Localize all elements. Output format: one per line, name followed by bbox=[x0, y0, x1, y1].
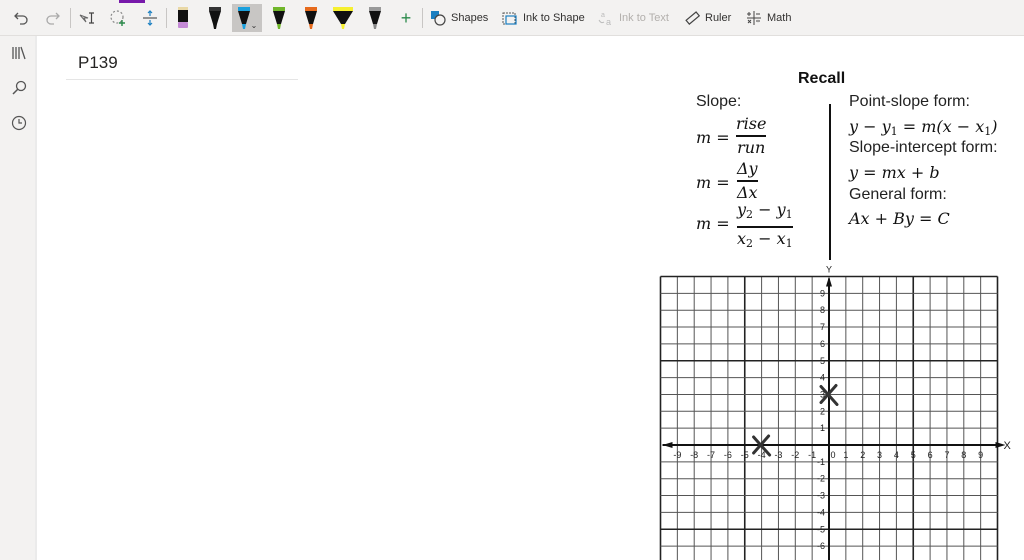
x-tick-label: -9 bbox=[673, 450, 681, 460]
y-tick-label: -4 bbox=[817, 507, 825, 517]
x-tick-label: -3 bbox=[774, 450, 782, 460]
x-tick-label: -4 bbox=[758, 450, 766, 460]
y-tick-label: -2 bbox=[817, 474, 825, 484]
y-tick-label: -5 bbox=[817, 524, 825, 534]
y-tick-label: 6 bbox=[820, 339, 825, 349]
x-tick-label: 9 bbox=[978, 450, 983, 460]
y-tick-label: 2 bbox=[820, 406, 825, 416]
x-axis-label: X bbox=[1004, 440, 1012, 452]
x-tick-label: 4 bbox=[894, 450, 899, 460]
x-tick-label: 0 bbox=[830, 450, 835, 460]
y-tick-label: 9 bbox=[820, 288, 825, 298]
coordinate-grid: XY-9 -8 -7 -6 -5 -4 -3 -2 -1 0 1 2 3 4 5 6 7 8 9987654321-… bbox=[659, 265, 1012, 560]
y-tick-label: 7 bbox=[820, 322, 825, 332]
x-tick-label: 3 bbox=[877, 450, 882, 460]
x-tick-label: 2 bbox=[860, 450, 865, 460]
x-tick-label: -2 bbox=[791, 450, 799, 460]
y-tick-label: 4 bbox=[820, 373, 825, 383]
x-tick-label: 5 bbox=[911, 450, 916, 460]
y-axis-arrow-up bbox=[826, 276, 832, 287]
x-tick-label: -8 bbox=[690, 450, 698, 460]
x-tick-label: 6 bbox=[928, 450, 933, 460]
x-tick-label: -6 bbox=[724, 450, 732, 460]
y-tick-label: -6 bbox=[817, 541, 825, 551]
x-axis-arrow-left bbox=[662, 442, 673, 448]
x-tick-label: 7 bbox=[944, 450, 949, 460]
y-axis-label: Y bbox=[826, 265, 832, 275]
y-tick-label: 5 bbox=[820, 356, 825, 366]
y-tick-label: 1 bbox=[820, 423, 825, 433]
x-tick-label: 8 bbox=[961, 450, 966, 460]
x-tick-label: -1 bbox=[808, 450, 816, 460]
y-tick-label: -1 bbox=[817, 457, 825, 467]
y-tick-label: 8 bbox=[820, 305, 825, 315]
x-tick-label: 1 bbox=[843, 450, 848, 460]
x-tick-label: -7 bbox=[707, 450, 715, 460]
y-tick-label: -3 bbox=[817, 491, 825, 501]
x-tick-label: -5 bbox=[741, 450, 749, 460]
